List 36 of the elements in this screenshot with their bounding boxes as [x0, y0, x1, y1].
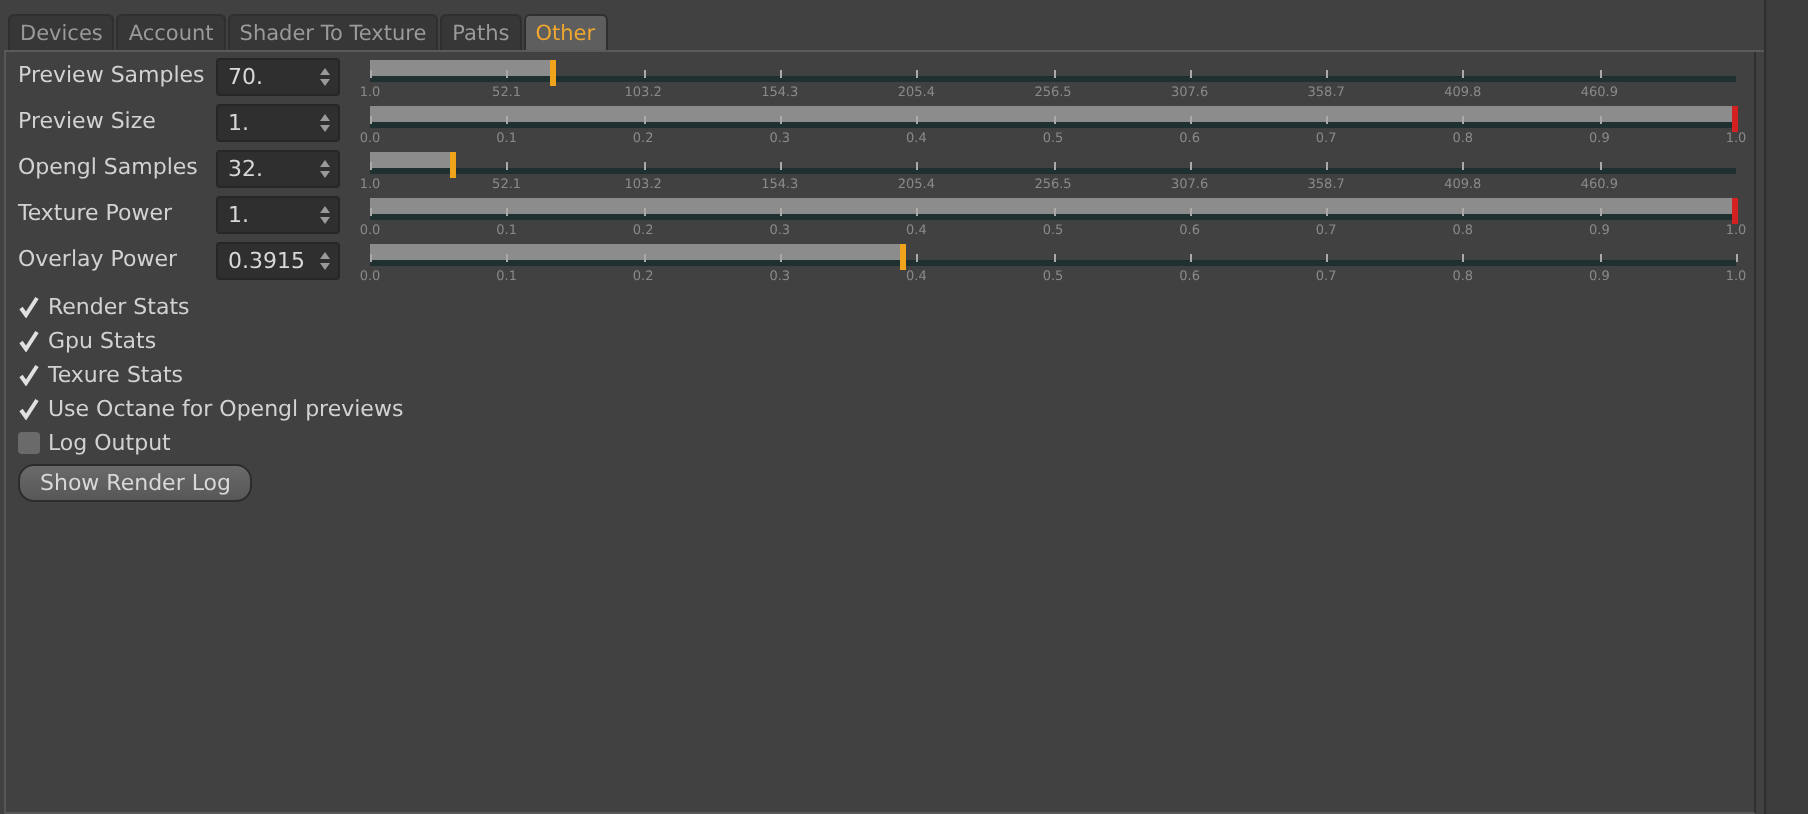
- tab[interactable]: Paths: [440, 14, 522, 50]
- checkbox-label: Log Output: [48, 429, 171, 455]
- checkbox-label: Render Stats: [48, 293, 190, 319]
- slider-thumb[interactable]: [900, 244, 907, 270]
- slider-thumb[interactable]: [1732, 106, 1738, 132]
- tab[interactable]: Other: [523, 14, 608, 50]
- spinner-icon[interactable]: [320, 114, 330, 132]
- show-render-log-button[interactable]: Show Render Log: [18, 464, 253, 502]
- field-label: Preview Samples: [18, 60, 207, 88]
- tab[interactable]: Shader To Texture: [227, 14, 439, 50]
- number-field[interactable]: 70.: [216, 58, 340, 96]
- field-label: Texture Power: [18, 198, 175, 226]
- checkbox-label: Gpu Stats: [48, 327, 157, 353]
- field-label: Opengl Samples: [18, 152, 200, 180]
- tab[interactable]: Account: [116, 14, 226, 50]
- number-field[interactable]: 0.3915: [216, 242, 340, 280]
- number-field[interactable]: 1.: [216, 196, 340, 234]
- slider-thumb[interactable]: [449, 152, 456, 178]
- number-field[interactable]: 32.: [216, 150, 340, 188]
- spinner-icon[interactable]: [320, 68, 330, 86]
- checkbox[interactable]: [18, 295, 40, 317]
- slider-thumb[interactable]: [1732, 198, 1738, 224]
- spinner-icon[interactable]: [320, 206, 330, 224]
- checkbox[interactable]: [18, 397, 40, 419]
- checkbox[interactable]: [18, 329, 40, 351]
- spinner-icon[interactable]: [320, 252, 330, 270]
- slider-thumb[interactable]: [550, 60, 557, 86]
- tab[interactable]: Devices: [8, 14, 115, 50]
- field-label: Preview Size: [18, 106, 158, 134]
- spinner-icon[interactable]: [320, 160, 330, 178]
- checkbox-label: Texure Stats: [48, 361, 184, 387]
- checkbox-label: Use Octane for Opengl previews: [48, 395, 404, 421]
- checkbox[interactable]: [18, 431, 40, 453]
- checkbox[interactable]: [18, 363, 40, 385]
- number-field[interactable]: 1.: [216, 104, 340, 142]
- field-label: Overlay Power: [18, 244, 180, 272]
